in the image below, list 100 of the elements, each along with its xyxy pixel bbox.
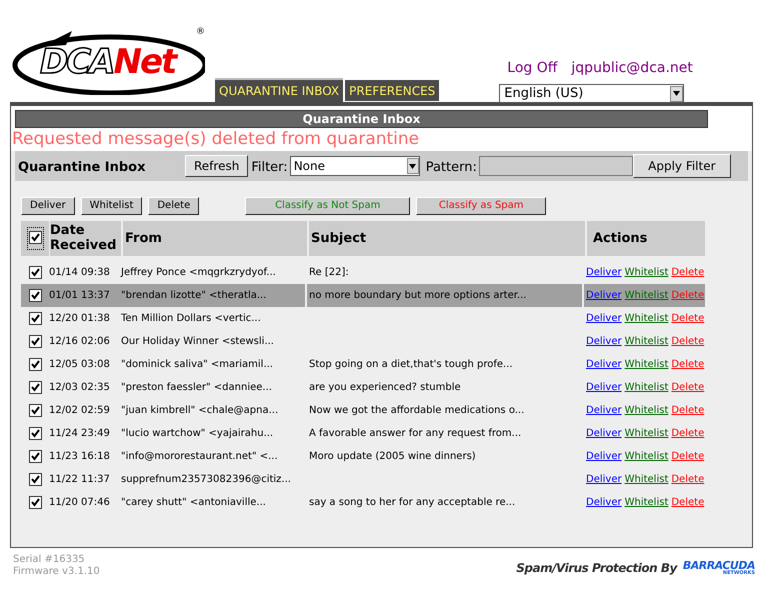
panel-title-bar: Quarantine Inbox xyxy=(15,110,708,128)
deliver-link[interactable]: Deliver xyxy=(586,449,622,464)
checkbox[interactable] xyxy=(28,312,42,325)
message-row[interactable]: 11/24 23:49 "lucio wartchow" <yajairahu... A favorable answer for any request from... Deliver Whitelist Delete xyxy=(21,422,705,445)
whitelist-link[interactable]: Whitelist xyxy=(624,334,668,349)
firmware-version: Firmware v3.1.10 xyxy=(13,566,100,578)
header-cell: From xyxy=(123,221,307,256)
checkmark-icon xyxy=(30,429,40,438)
subject-cell: Now we got the affordable medications o... xyxy=(309,405,524,416)
date-cell-text: 12/03 02:35 xyxy=(49,381,111,395)
pattern-label: Pattern: xyxy=(426,159,477,178)
header-cell: Subject xyxy=(309,221,585,256)
message-row[interactable]: 01/14 09:38 Jeffrey Ponce <mqgrkzrydyof... Re [22]: Deliver Whitelist Delete xyxy=(21,261,705,284)
checkbox[interactable] xyxy=(28,335,42,348)
date-cell-text: 12/02 02:59 xyxy=(49,404,111,418)
action-button[interactable]: Delete xyxy=(148,196,200,214)
whitelist-link[interactable]: Whitelist xyxy=(624,311,668,326)
sender-cell-text: "info@mororestaurant.net" <... xyxy=(121,450,279,464)
checkbox[interactable] xyxy=(28,450,42,463)
filter-label: Filter: xyxy=(251,159,288,178)
deliver-link[interactable]: Deliver xyxy=(586,265,622,280)
nav-tab[interactable]: QUARANTINE INBOX xyxy=(215,78,344,102)
dropdown-arrow-icon xyxy=(409,164,416,168)
checkmark-icon xyxy=(30,291,40,300)
log-off-link[interactable]: Log Off xyxy=(507,58,558,79)
subject-cell: no more boundary but more options arter... xyxy=(309,290,526,301)
logo-text: DCA xyxy=(40,45,114,79)
message-row[interactable]: 12/03 02:35 "preston faessler" <danniee... are you experienced? stumble Deliver Whitelist Delete xyxy=(21,376,705,399)
deliver-link[interactable]: Deliver xyxy=(586,403,622,418)
deliver-link[interactable]: Deliver xyxy=(586,311,622,326)
checkbox[interactable] xyxy=(28,381,42,394)
whitelist-link[interactable]: Whitelist xyxy=(624,403,668,418)
sender-cell-text: "preston faessler" <danniee... xyxy=(121,381,273,395)
checkmark-icon xyxy=(30,232,40,242)
subject-cell: Stop going on a diet,that's tough profe... xyxy=(309,359,513,370)
registered-mark: ® xyxy=(196,27,205,37)
sender-cell-text: supprefnum23573082396@citiz... xyxy=(121,473,292,487)
protection-text: Spam/Virus Protection By xyxy=(516,560,677,577)
whitelist-link[interactable]: Whitelist xyxy=(624,265,668,280)
deliver-link[interactable]: Deliver xyxy=(586,334,622,349)
message-row[interactable]: 11/20 07:46 "carey shutt" <antoniaville... say a song to her for any acceptable re... Deliver Whitelist Delete xyxy=(21,491,705,514)
checkbox[interactable] xyxy=(28,358,42,371)
pattern-field[interactable] xyxy=(478,156,633,176)
deliver-link[interactable]: Deliver xyxy=(586,380,622,395)
date-cell-text: 11/24 23:49 xyxy=(49,427,111,441)
sender-cell-text: "carey shutt" <antoniaville... xyxy=(121,496,267,510)
checkbox[interactable] xyxy=(28,473,42,486)
deliver-link[interactable]: Deliver xyxy=(586,357,622,372)
nav-tab[interactable]: PREFERENCES xyxy=(345,80,440,101)
sender-cell-text: "lucio wartchow" <yajairahu... xyxy=(121,427,274,441)
message-row[interactable]: 11/23 16:18 "info@mororestaurant.net" <... Moro update (2005 wine dinners) Deliver Whitelist Delete xyxy=(21,445,705,468)
date-cell-text: 01/14 09:38 xyxy=(49,266,111,280)
checkmark-icon xyxy=(30,406,40,415)
checkmark-icon xyxy=(30,475,40,484)
sender-cell-text: Ten Million Dollars <vertic... xyxy=(121,312,262,326)
checkmark-icon xyxy=(30,452,40,461)
message-row[interactable]: 12/05 03:08 "dominick saliva" <mariamil... Stop going on a diet,that's tough profe... Deliver Whitelist Delete xyxy=(21,353,705,376)
checkbox[interactable] xyxy=(28,427,42,440)
checkbox[interactable] xyxy=(28,404,42,417)
message-row[interactable]: 01/01 13:37 "brendan lizotte" <theratla... no more boundary but more options arter... Deliver Whitelist Delete xyxy=(21,284,705,307)
deliver-link[interactable]: Deliver xyxy=(586,495,622,510)
whitelist-link[interactable]: Whitelist xyxy=(624,426,668,441)
whitelist-link[interactable]: Whitelist xyxy=(624,357,668,372)
subject-cell: Re [22]: xyxy=(309,267,349,278)
logo-text: Net xyxy=(114,45,176,79)
checkbox[interactable] xyxy=(28,496,42,509)
date-cell-text: 12/20 01:38 xyxy=(49,312,111,326)
message-row[interactable]: 11/22 11:37 supprefnum23573082396@citiz... Deliver Whitelist Delete xyxy=(21,468,705,491)
message-row[interactable]: 12/16 02:06 Our Holiday Winner <stewsli... Deliver Whitelist Delete xyxy=(21,330,705,353)
checkbox[interactable] xyxy=(28,266,42,279)
message-row[interactable]: 12/02 02:59 "juan kimbrell" <chale@apna... Now we got the affordable medications o... Deliver Whitelist Delete xyxy=(21,399,705,422)
date-cell-text: 01/01 13:37 xyxy=(49,289,111,303)
section-title: Quarantine Inbox xyxy=(17,159,146,178)
subject-cell: say a song to her for any acceptable re... xyxy=(309,497,516,508)
checkmark-icon xyxy=(30,360,40,369)
refresh-button[interactable]: Refresh xyxy=(185,155,248,177)
deliver-link[interactable]: Deliver xyxy=(586,426,622,441)
checkmark-icon xyxy=(30,498,40,507)
whitelist-link[interactable]: Whitelist xyxy=(624,472,668,487)
whitelist-link[interactable]: Whitelist xyxy=(624,449,668,464)
language-select[interactable]: English (US) xyxy=(499,84,684,103)
deliver-link[interactable]: Deliver xyxy=(586,472,622,487)
message-row[interactable]: 12/20 01:38 Ten Million Dollars <vertic... Deliver Whitelist Delete xyxy=(21,307,705,330)
whitelist-link[interactable]: Whitelist xyxy=(624,495,668,510)
checkmark-icon xyxy=(30,383,40,392)
checkbox[interactable] xyxy=(28,289,42,302)
sender-cell-text: "juan kimbrell" <chale@apna... xyxy=(121,404,280,418)
whitelist-link[interactable]: Whitelist xyxy=(624,380,668,395)
status-message: Requested message(s) deleted from quarantine xyxy=(12,128,420,151)
action-button[interactable]: Whitelist xyxy=(80,196,142,214)
date-cell-text: 11/20 07:46 xyxy=(49,496,111,510)
checkbox[interactable] xyxy=(28,230,42,244)
date-cell-text: 12/05 03:08 xyxy=(49,358,111,372)
subject-cell: A favorable answer for any request from... xyxy=(309,428,522,439)
action-button[interactable]: Deliver xyxy=(21,196,75,214)
filter-select[interactable]: None xyxy=(290,156,420,176)
sender-cell-text: "dominick saliva" <mariamil... xyxy=(121,358,274,372)
serial-number: Serial #16335 xyxy=(13,554,86,566)
apply-filter-button[interactable]: Apply Filter xyxy=(632,154,731,178)
checkmark-icon xyxy=(30,337,40,346)
